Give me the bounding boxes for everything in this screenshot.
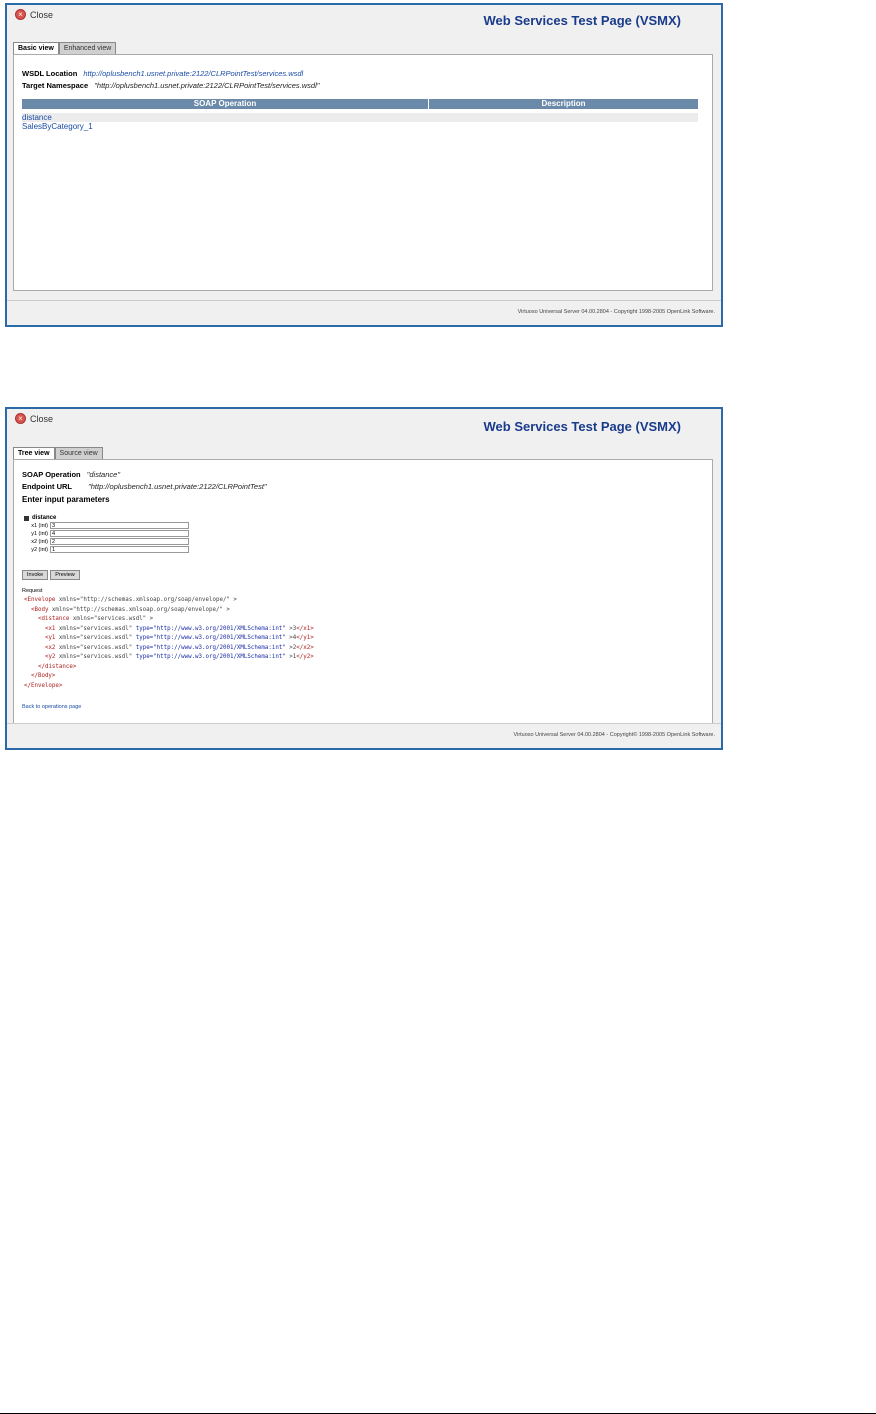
xml-type: type="http://www.w3.org/2001/XMLSchema:i… xyxy=(135,654,286,660)
view-tabs: Basic view Enhanced view xyxy=(13,42,117,54)
invoke-button[interactable]: Invoke xyxy=(22,570,49,580)
collapse-icon[interactable] xyxy=(24,515,29,521)
xml-attr: xmlns="services.wsdl" xyxy=(55,654,136,660)
xml-tag: <distance xyxy=(37,616,70,622)
tab-tree-view[interactable]: Tree view xyxy=(13,447,55,459)
footer-copyright: Virtuoso Universal Server 04.00.2804 - C… xyxy=(517,309,715,315)
back-to-operations-link[interactable]: Back to operations page xyxy=(22,704,81,710)
xml-attr: xmlns="services.wsdl" xyxy=(55,644,136,651)
close-button[interactable]: × Close xyxy=(15,9,53,20)
xml-tag: <x2 xyxy=(44,644,56,651)
xml-tag: <y2 xyxy=(44,654,56,660)
xml-tag: </Body> xyxy=(30,673,56,679)
xml-type: type="http://www.w3.org/2001/XMLSchema:i… xyxy=(135,625,286,632)
xml-tag: <x1 xyxy=(44,625,56,632)
action-buttons: Invoke Preview xyxy=(22,570,80,580)
footer-copyright: Virtuoso Universal Server 04.00.2804 - C… xyxy=(513,732,715,738)
close-label: Close xyxy=(30,9,54,20)
operations-table-header: SOAP Operation Description xyxy=(22,99,698,109)
params-form: distance x1 (int) y1 (int) x2 (int) y2 (… xyxy=(24,515,189,553)
xml-type: type="http://www.w3.org/2001/XMLSchema:i… xyxy=(135,635,286,641)
top-bar: × Close Web Services Test Page (VSMX) xyxy=(7,5,721,41)
xml-tag: </x2> xyxy=(296,644,314,651)
target-namespace-value: "http://oplusbench1.usnet.private:2122/C… xyxy=(94,81,320,90)
table-row: distance xyxy=(22,113,698,122)
param-label: y1 (int) xyxy=(31,530,48,537)
close-icon: × xyxy=(15,413,26,424)
xml-tag: </Envelope> xyxy=(24,682,63,689)
xml-attr: xmlns="http://schemas.xmlsoap.org/soap/e… xyxy=(55,597,237,603)
param-input-x2[interactable] xyxy=(50,538,189,545)
param-group-header[interactable]: distance xyxy=(24,515,189,521)
xml-attr: xmlns="services.wsdl" xyxy=(55,635,136,641)
footer: Virtuoso Universal Server 04.00.2804 - C… xyxy=(7,723,721,748)
param-row-y1: y1 (int) xyxy=(24,530,189,537)
xml-attr: xmlns="services.wsdl" > xyxy=(69,616,154,622)
soap-operation-label: SOAP Operation xyxy=(22,470,81,479)
close-button[interactable]: × Close xyxy=(15,413,53,424)
soap-operation-row: SOAP Operation "distance" xyxy=(22,470,120,479)
param-label: y2 (int) xyxy=(31,546,48,553)
xml-attr: xmlns="http://schemas.xmlsoap.org/soap/e… xyxy=(48,606,230,613)
param-label: x2 (int) xyxy=(31,538,48,545)
param-label: x1 (int) xyxy=(31,522,48,529)
wsdl-location-link[interactable]: http://oplusbench1.usnet.private:2122/CL… xyxy=(83,69,303,78)
xml-tag: </y1> xyxy=(296,635,314,641)
preview-button[interactable]: Preview xyxy=(50,570,80,580)
param-group-name: distance xyxy=(32,515,57,521)
xml-tag: <y1 xyxy=(44,635,56,641)
soap-operation-value: "distance" xyxy=(86,470,120,479)
endpoint-url-row: Endpoint URL "http://oplusbench1.usnet.p… xyxy=(22,482,267,491)
close-label: Close xyxy=(30,413,54,424)
xml-attr: xmlns="services.wsdl" xyxy=(55,625,136,632)
xml-tag: </y2> xyxy=(296,654,314,660)
page-title: Web Services Test Page (VSMX) xyxy=(483,419,681,434)
request-xml: <Envelope xmlns="http://schemas.xmlsoap.… xyxy=(24,596,314,691)
xml-value: >3 xyxy=(285,625,297,632)
basic-view-screenshot: × Close Web Services Test Page (VSMX) Ba… xyxy=(5,3,723,327)
top-bar: × Close Web Services Test Page (VSMX) xyxy=(7,409,721,445)
operation-link-salesbycategory[interactable]: SalesByCategory_1 xyxy=(22,122,93,131)
content-panel: WSDL Location http://oplusbench1.usnet.p… xyxy=(13,54,713,291)
endpoint-url-value: "http://oplusbench1.usnet.private:2122/C… xyxy=(88,482,267,491)
request-label: Request xyxy=(22,588,43,594)
wsdl-location-row: WSDL Location http://oplusbench1.usnet.p… xyxy=(22,69,303,78)
target-namespace-label: Target Namespace xyxy=(22,81,89,90)
view-tabs: Tree view Source view xyxy=(13,447,103,459)
xml-type: type="http://www.w3.org/2001/XMLSchema:i… xyxy=(135,644,286,651)
param-input-x1[interactable] xyxy=(50,522,189,529)
xml-value: >1 xyxy=(285,654,297,660)
footer: Virtuoso Universal Server 04.00.2804 - C… xyxy=(7,300,721,325)
tree-view-screenshot: × Close Web Services Test Page (VSMX) Tr… xyxy=(5,407,723,750)
xml-tag: </x1> xyxy=(296,625,314,632)
tab-basic-view[interactable]: Basic view xyxy=(13,42,59,54)
tab-enhanced-view[interactable]: Enhanced view xyxy=(58,42,117,54)
enter-params-heading: Enter input parameters xyxy=(22,495,110,504)
xml-tag: <Envelope xyxy=(24,597,56,603)
xml-tag: <Body xyxy=(30,606,49,613)
column-header-description[interactable]: Description xyxy=(429,99,698,109)
page-title: Web Services Test Page (VSMX) xyxy=(483,13,681,28)
endpoint-url-label: Endpoint URL xyxy=(22,482,72,491)
xml-tag: </distance> xyxy=(37,663,77,670)
param-input-y1[interactable] xyxy=(50,530,189,537)
param-row-y2: y2 (int) xyxy=(24,546,189,553)
xml-value: >4 xyxy=(285,635,297,641)
target-namespace-row: Target Namespace "http://oplusbench1.usn… xyxy=(22,81,319,90)
param-input-y2[interactable] xyxy=(50,546,189,553)
close-icon: × xyxy=(15,9,26,20)
table-row: SalesByCategory_1 xyxy=(22,122,698,131)
xml-value: >2 xyxy=(285,644,297,651)
param-row-x1: x1 (int) xyxy=(24,522,189,529)
column-header-soap-operation[interactable]: SOAP Operation xyxy=(22,99,429,109)
param-row-x2: x2 (int) xyxy=(24,538,189,545)
tab-source-view[interactable]: Source view xyxy=(54,447,103,459)
operation-link-distance[interactable]: distance xyxy=(22,113,52,122)
content-panel: SOAP Operation "distance" Endpoint URL "… xyxy=(13,459,713,729)
wsdl-location-label: WSDL Location xyxy=(22,69,78,78)
